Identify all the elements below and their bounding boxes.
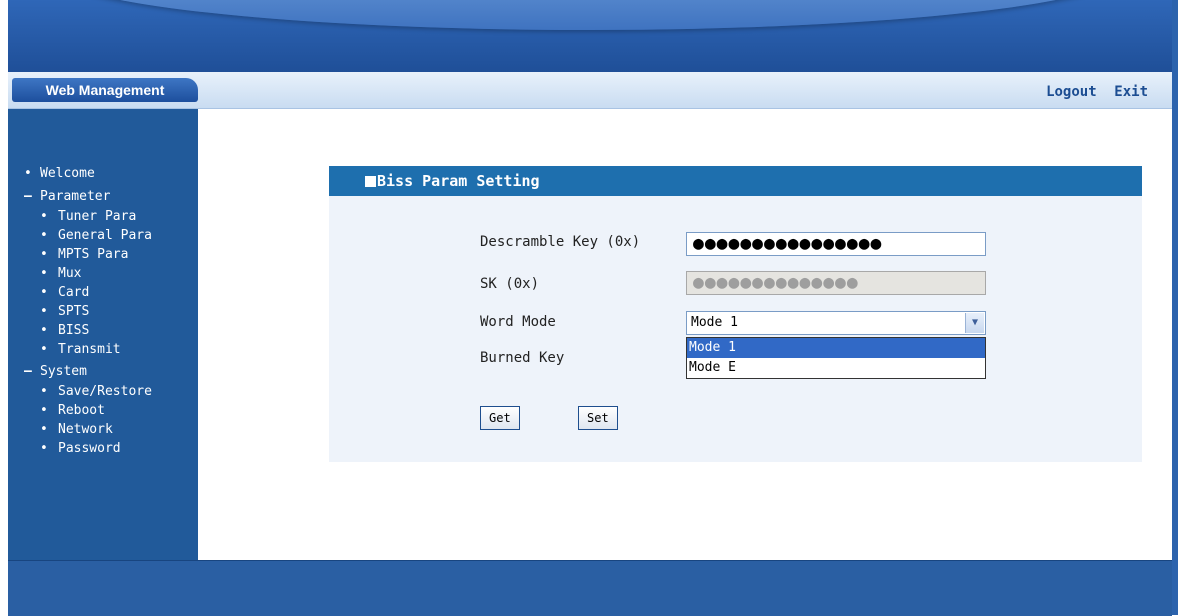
word-mode-label: Word Mode	[480, 314, 556, 330]
biss-settings-panel: Biss Param Setting Descramble Key (0x) ●…	[329, 166, 1142, 462]
banner-arc	[48, 0, 1128, 30]
sidebar-group-parameter[interactable]: Parameter	[22, 186, 152, 207]
word-mode-option-mode-e[interactable]: Mode E	[687, 358, 985, 378]
sidebar-item-network[interactable]: Network	[22, 420, 152, 439]
logout-link[interactable]: Logout	[1046, 84, 1097, 100]
sidebar-item-welcome[interactable]: Welcome	[22, 163, 152, 184]
word-mode-option-mode-1[interactable]: Mode 1	[687, 338, 985, 358]
sidebar-menu: Welcome Parameter Tuner Para General Par…	[22, 163, 152, 458]
page-left-margin	[0, 0, 8, 615]
panel-title: Biss Param Setting	[377, 172, 540, 190]
sidebar-item-biss[interactable]: BISS	[22, 321, 152, 340]
exit-link[interactable]: Exit	[1114, 84, 1148, 100]
word-mode-select[interactable]: Mode 1 ▼	[686, 311, 986, 335]
sidebar-item-transmit[interactable]: Transmit	[22, 340, 152, 359]
sk-value: ●●●●●●●●●●●●●●	[693, 272, 859, 293]
sk-input: ●●●●●●●●●●●●●●	[686, 271, 986, 295]
sidebar-item-mux[interactable]: Mux	[22, 264, 152, 283]
word-mode-dropdown: Mode 1 Mode E	[686, 337, 986, 379]
sidebar-item-save-restore[interactable]: Save/Restore	[22, 382, 152, 401]
sidebar-item-tuner-para[interactable]: Tuner Para	[22, 207, 152, 226]
descramble-key-value: ●●●●●●●●●●●●●●●●	[693, 233, 883, 254]
descramble-key-label: Descramble Key (0x)	[480, 234, 641, 250]
nav-bar: Web Management Logout Exit	[8, 72, 1172, 109]
burned-key-label: Burned Key	[480, 350, 565, 366]
sidebar-item-spts[interactable]: SPTS	[22, 302, 152, 321]
descramble-key-input[interactable]: ●●●●●●●●●●●●●●●●	[686, 232, 986, 256]
set-button[interactable]: Set	[578, 406, 618, 430]
sidebar-item-general-para[interactable]: General Para	[22, 226, 152, 245]
brand-tab: Web Management	[12, 78, 198, 102]
sidebar-group-system[interactable]: System	[22, 361, 152, 382]
sidebar-item-password[interactable]: Password	[22, 439, 152, 458]
page-right-edge	[1172, 0, 1178, 615]
sidebar: Welcome Parameter Tuner Para General Par…	[8, 109, 198, 560]
footer-band	[8, 560, 1172, 616]
panel-header: Biss Param Setting	[329, 166, 1142, 196]
sidebar-item-mpts-para[interactable]: MPTS Para	[22, 245, 152, 264]
chevron-down-icon[interactable]: ▼	[965, 313, 984, 333]
square-icon	[365, 176, 376, 187]
sidebar-item-reboot[interactable]: Reboot	[22, 401, 152, 420]
word-mode-selected: Mode 1	[691, 315, 738, 330]
sidebar-item-card[interactable]: Card	[22, 283, 152, 302]
sk-label: SK (0x)	[480, 276, 540, 292]
get-button[interactable]: Get	[480, 406, 520, 430]
nav-links: Logout Exit	[1038, 81, 1148, 100]
top-banner	[8, 0, 1172, 72]
